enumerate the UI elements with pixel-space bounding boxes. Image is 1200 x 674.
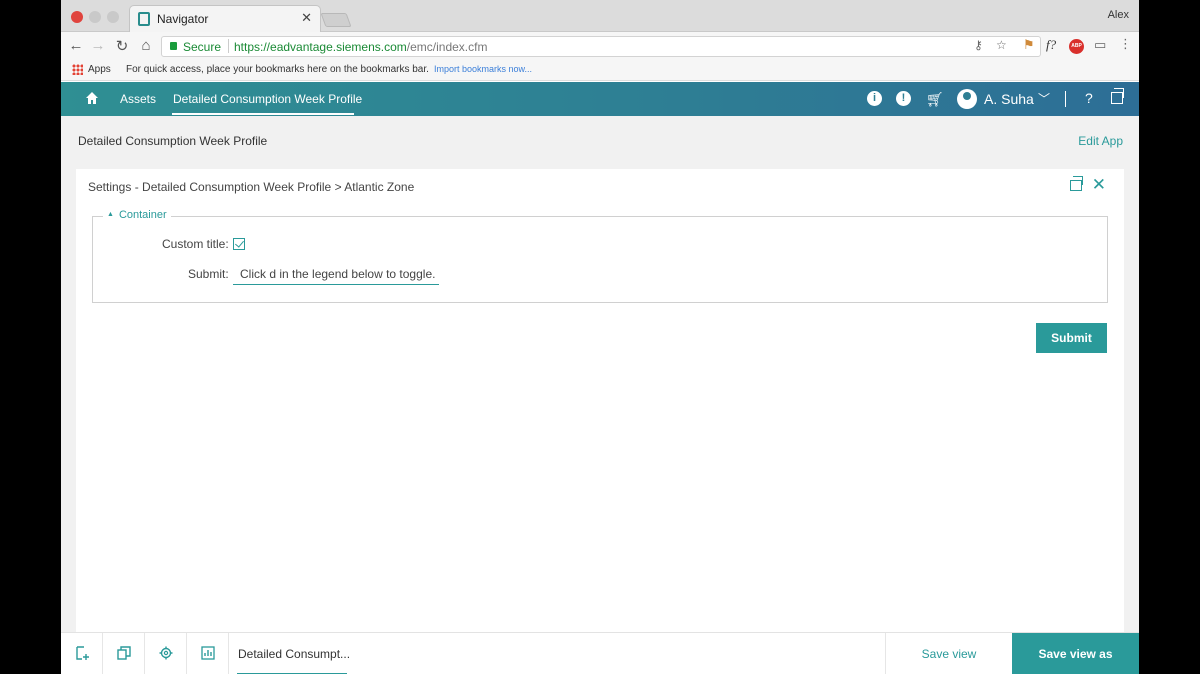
window-restore-icon[interactable] bbox=[1111, 88, 1124, 104]
caret-up-icon: ▲ bbox=[107, 211, 114, 218]
title-text-input[interactable] bbox=[233, 263, 439, 285]
nav-assets[interactable]: Assets bbox=[120, 92, 156, 106]
add-widget-button[interactable] bbox=[61, 633, 103, 674]
help-icon[interactable]: ? bbox=[1085, 90, 1093, 106]
page-title: Detailed Consumption Week Profile bbox=[78, 134, 268, 148]
submit-field-label: Submit: bbox=[188, 267, 229, 281]
edit-app-link[interactable]: Edit App bbox=[1078, 134, 1123, 148]
save-view-as-button[interactable]: Save view as bbox=[1012, 633, 1139, 674]
forward-arrow-icon[interactable]: → bbox=[89, 37, 107, 54]
browser-window: Navigator ✕ Alex ← → ↻ ⌂ Secure https://… bbox=[61, 0, 1139, 674]
custom-title-label: Custom title: bbox=[162, 237, 229, 251]
maximize-window-button[interactable] bbox=[107, 11, 119, 23]
star-icon[interactable]: ☆ bbox=[996, 38, 1007, 52]
url-path: /emc/index.cfm bbox=[406, 40, 488, 54]
cast-icon[interactable]: ▭ bbox=[1094, 37, 1106, 53]
import-bookmarks-link[interactable]: Import bookmarks now... bbox=[434, 64, 532, 74]
browser-tab[interactable]: Navigator ✕ bbox=[129, 5, 321, 32]
navigator-favicon-icon bbox=[138, 12, 150, 26]
bookmarks-bar: Apps For quick access, place your bookma… bbox=[61, 60, 1139, 81]
lock-icon bbox=[170, 42, 177, 50]
url-host: https://eadvantage.siemens.com bbox=[234, 40, 407, 54]
custom-title-checkbox[interactable] bbox=[233, 238, 245, 250]
bar-chart-icon bbox=[201, 646, 215, 660]
settings-button[interactable] bbox=[145, 633, 187, 674]
close-window-button[interactable] bbox=[71, 11, 83, 23]
bookmarks-hint: For quick access, place your bookmarks h… bbox=[126, 64, 429, 75]
apps-link[interactable]: Apps bbox=[88, 64, 111, 75]
save-view-button[interactable]: Save view bbox=[885, 633, 1012, 674]
submit-button[interactable]: Submit bbox=[1036, 323, 1107, 353]
cart-icon[interactable]: 🛒︎ bbox=[926, 91, 944, 108]
url-divider bbox=[228, 39, 229, 53]
key-icon[interactable]: ⚷ bbox=[974, 38, 983, 52]
app-header: Assets Detailed Consumption Week Profile… bbox=[61, 82, 1139, 116]
user-name[interactable]: A. Suha bbox=[984, 91, 1034, 107]
settings-panel: Settings - Detailed Consumption Week Pro… bbox=[76, 169, 1124, 632]
duplicate-icon bbox=[117, 646, 131, 660]
tab-close-icon[interactable]: ✕ bbox=[301, 10, 312, 26]
reload-icon[interactable]: ↻ bbox=[113, 37, 131, 55]
user-avatar-icon[interactable] bbox=[957, 89, 977, 109]
alert-icon[interactable]: ! bbox=[896, 91, 911, 106]
menu-dots-icon[interactable]: ⋮ bbox=[1119, 36, 1132, 52]
settings-breadcrumb: Settings - Detailed Consumption Week Pro… bbox=[88, 180, 415, 194]
home-icon[interactable] bbox=[85, 91, 99, 105]
chevron-down-icon[interactable]: ﹀ bbox=[1038, 90, 1050, 107]
back-arrow-icon[interactable]: ← bbox=[67, 37, 85, 54]
tab-strip: Navigator ✕ Alex bbox=[61, 0, 1139, 32]
url-text[interactable]: https://eadvantage.siemens.com/emc/index… bbox=[234, 40, 487, 54]
view-tab-label[interactable]: Detailed Consumpt... bbox=[238, 647, 350, 661]
info-icon[interactable]: i bbox=[867, 91, 882, 106]
font-extension-icon[interactable]: f? bbox=[1046, 37, 1056, 53]
chart-button[interactable] bbox=[187, 633, 229, 674]
apps-grid-icon[interactable] bbox=[72, 64, 83, 75]
new-tab-button[interactable] bbox=[320, 13, 352, 27]
close-icon[interactable]: ✕ bbox=[1092, 175, 1106, 195]
extension-flag-icon[interactable]: ⚑ bbox=[1023, 37, 1035, 53]
container-fieldset: ▲ Container Custom title: Submit: bbox=[92, 209, 1108, 303]
add-widget-icon bbox=[76, 646, 89, 660]
browser-toolbar: ← → ↻ ⌂ Secure https://eadvantage.siemen… bbox=[61, 32, 1139, 60]
profile-name[interactable]: Alex bbox=[1108, 9, 1129, 21]
bottom-toolbar: Detailed Consumpt... Save view Save view… bbox=[61, 632, 1139, 674]
gear-icon bbox=[159, 646, 173, 660]
minimize-window-button[interactable] bbox=[89, 11, 101, 23]
legend-label: Container bbox=[118, 209, 167, 221]
secure-label: Secure bbox=[183, 40, 222, 54]
restore-icon[interactable] bbox=[1070, 176, 1083, 191]
home-outline-icon[interactable]: ⌂ bbox=[137, 37, 155, 54]
container-legend[interactable]: ▲ Container bbox=[103, 209, 171, 221]
header-divider bbox=[1065, 91, 1066, 107]
nav-detailed-consumption[interactable]: Detailed Consumption Week Profile bbox=[173, 92, 362, 106]
address-bar[interactable]: Secure https://eadvantage.siemens.com/em… bbox=[161, 36, 1041, 57]
tab-title: Navigator bbox=[157, 12, 209, 26]
adblock-icon[interactable]: ABP bbox=[1069, 39, 1084, 54]
duplicate-button[interactable] bbox=[103, 633, 145, 674]
active-nav-indicator bbox=[172, 113, 354, 115]
page-content: Detailed Consumption Week Profile Edit A… bbox=[61, 116, 1139, 632]
